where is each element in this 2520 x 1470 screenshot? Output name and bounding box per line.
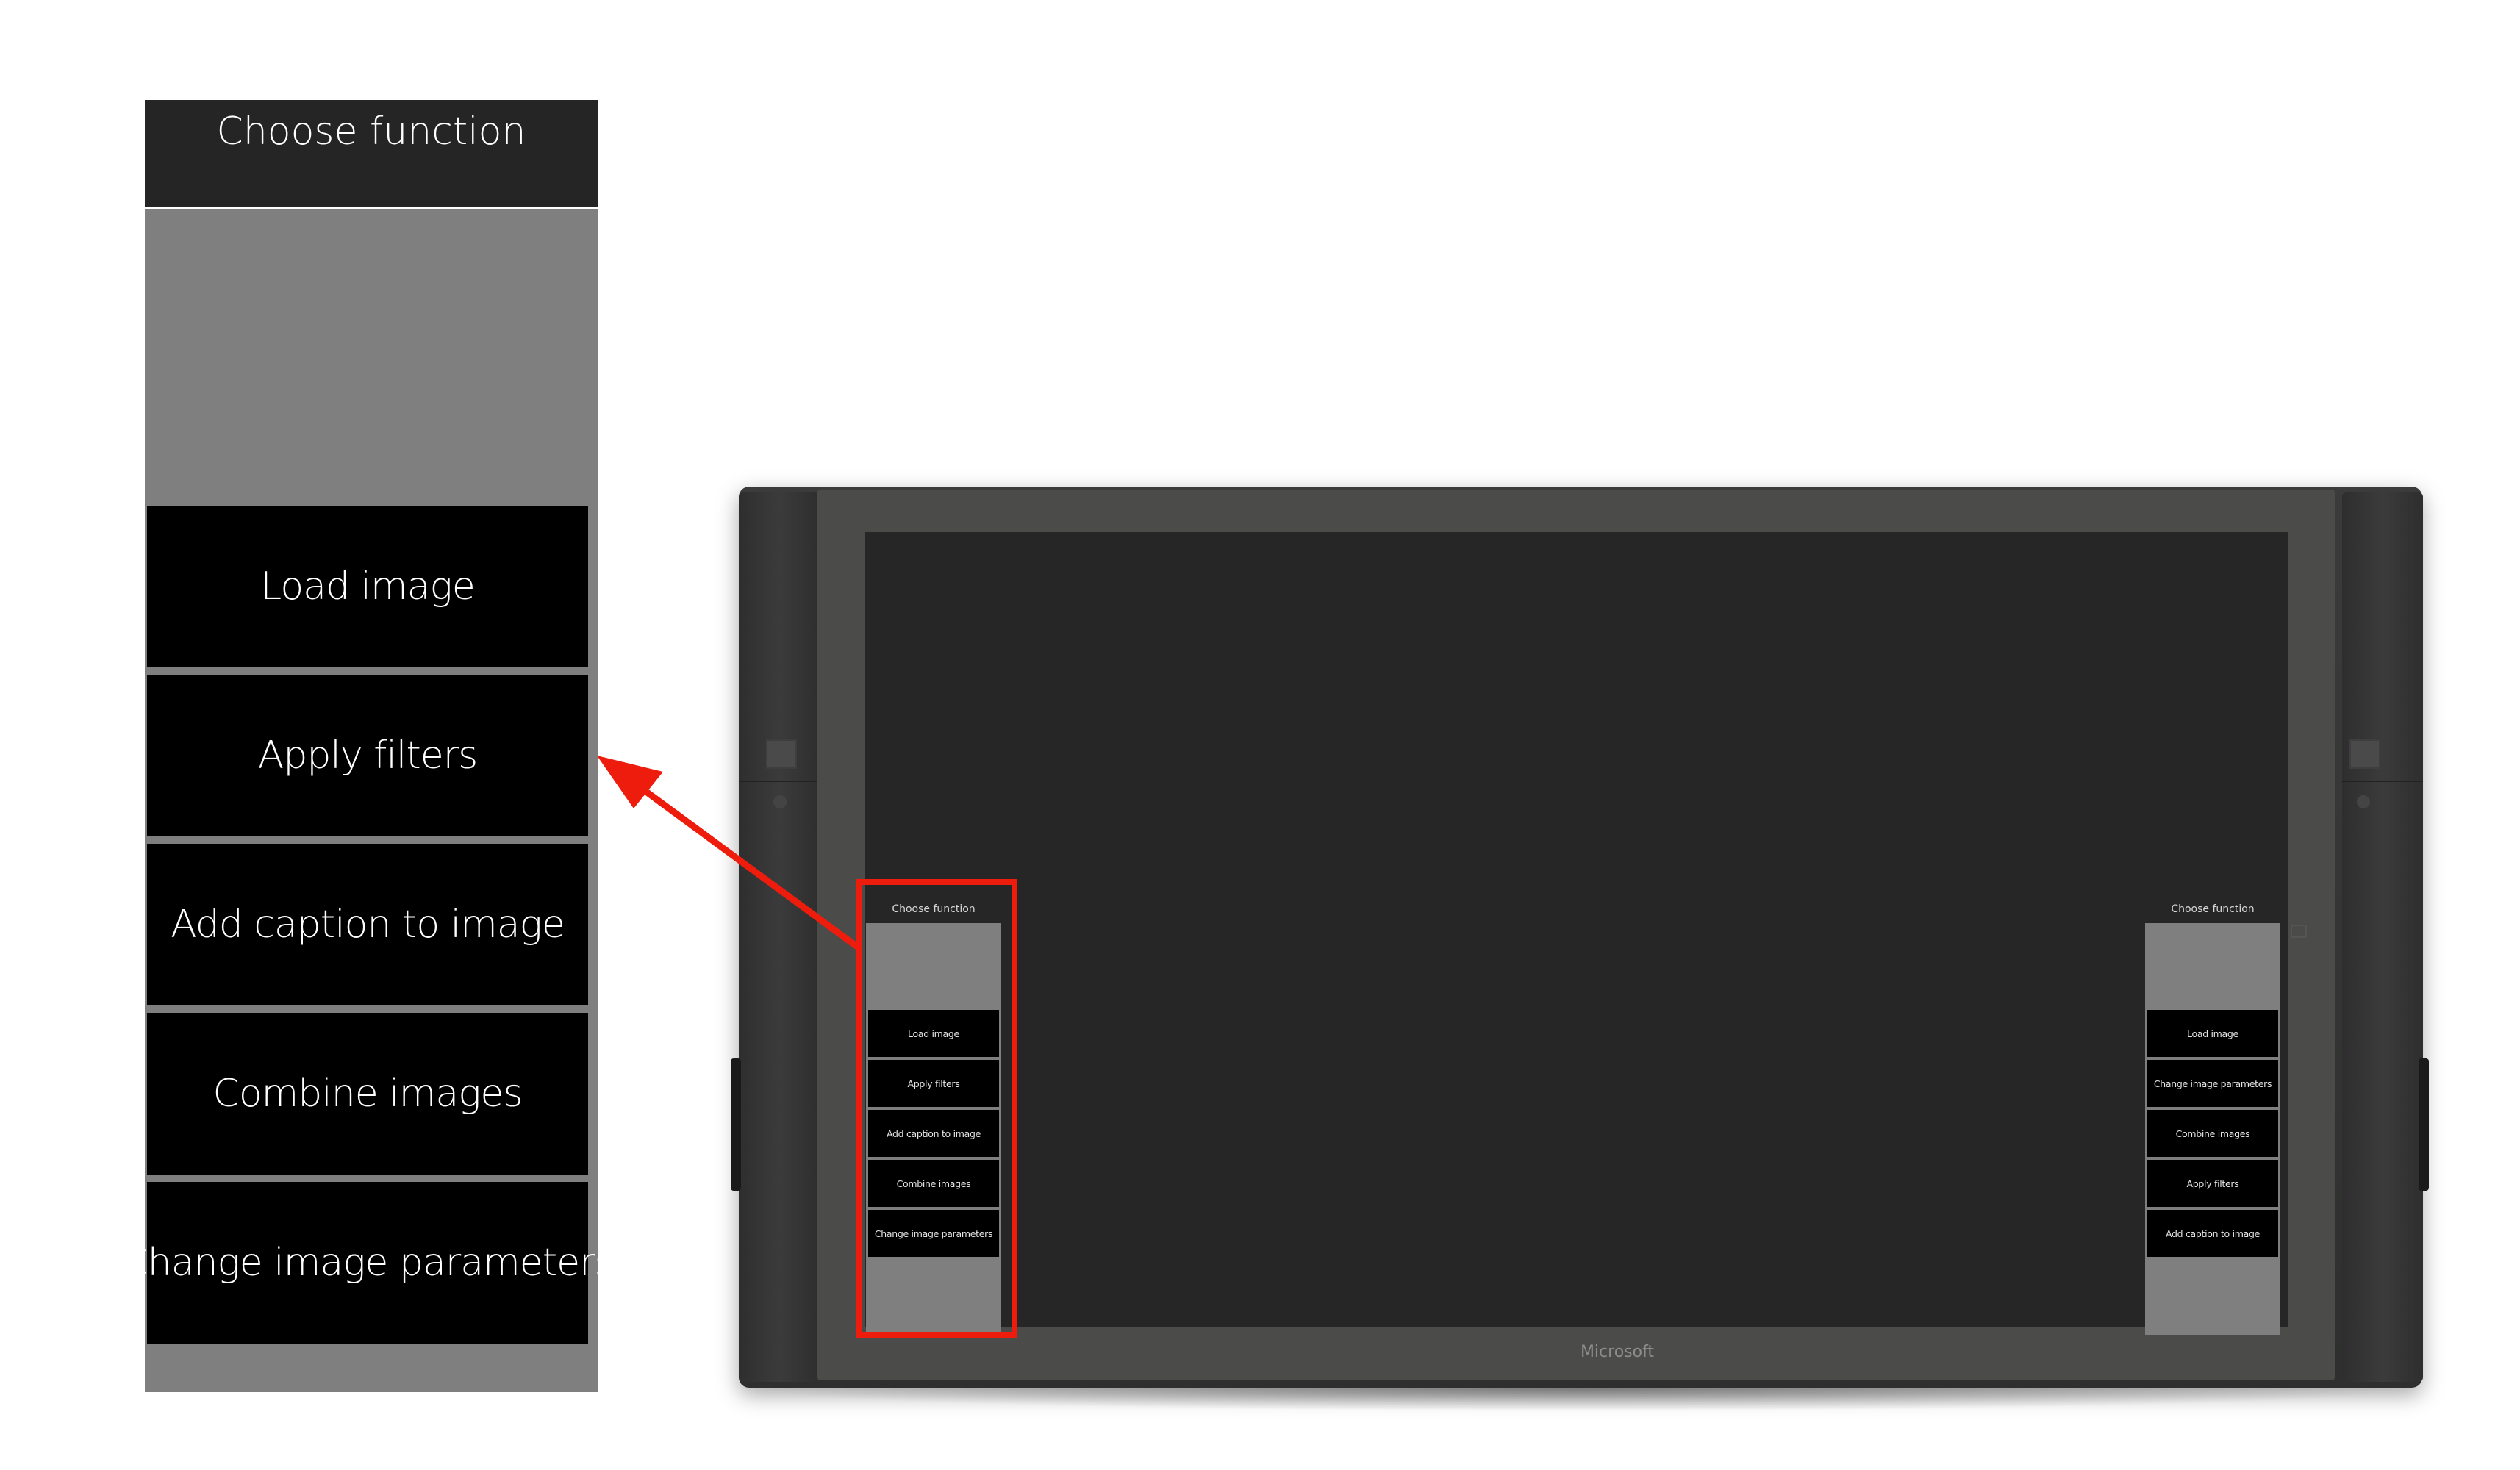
- left-handle-seam: [739, 781, 820, 782]
- right-mini-load-image-button[interactable]: Load image: [2147, 1010, 2278, 1057]
- zoomed-change-parameters-button[interactable]: Change image parameters: [121, 1182, 615, 1344]
- zoomed-menu-title: Choose function: [145, 100, 598, 207]
- right-camera-icon: [2349, 739, 2380, 769]
- left-camera-icon: [766, 739, 797, 769]
- right-mini-combine-images-button[interactable]: Combine images: [2147, 1110, 2278, 1157]
- right-mini-change-parameters-button[interactable]: Change image parameters: [2147, 1060, 2278, 1107]
- left-side-handle: [739, 492, 820, 1382]
- zoomed-add-caption-button[interactable]: Add caption to image: [147, 844, 588, 1005]
- zoomed-load-image-button[interactable]: Load image: [147, 506, 588, 667]
- right-sensor-icon: [2357, 795, 2370, 808]
- right-mini-add-caption-button[interactable]: Add caption to image: [2147, 1210, 2278, 1257]
- right-side-clip: [2419, 1058, 2429, 1191]
- callout-arrow-head: [597, 756, 663, 808]
- window-icon: [2291, 925, 2307, 938]
- left-side-clip: [731, 1058, 741, 1191]
- right-handle-seam: [2342, 781, 2423, 782]
- right-mini-menu-title: Choose function: [2171, 903, 2255, 915]
- zoomed-apply-filters-button[interactable]: Apply filters: [147, 675, 588, 836]
- right-side-handle: [2342, 492, 2423, 1382]
- right-mini-apply-filters-button[interactable]: Apply filters: [2147, 1160, 2278, 1207]
- microsoft-logo: Microsoft: [1580, 1343, 1655, 1361]
- zoomed-combine-images-button[interactable]: Combine images: [147, 1013, 588, 1175]
- highlight-box: [856, 879, 1017, 1338]
- device-screen: [865, 532, 2288, 1327]
- left-sensor-icon: [773, 795, 787, 808]
